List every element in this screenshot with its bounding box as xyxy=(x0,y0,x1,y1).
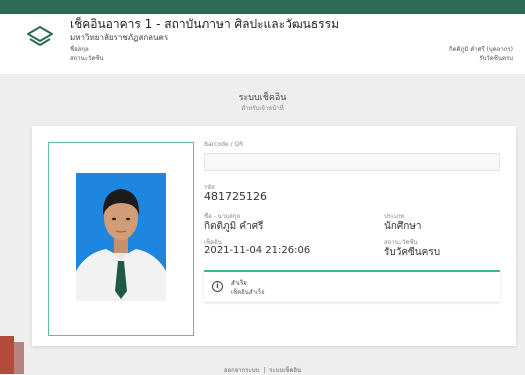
checkin-card: Barcode / QR รหัส 481725126 ชื่อ - นามสก… xyxy=(32,126,516,346)
profile-photo xyxy=(76,173,166,301)
page-title: ระบบเช็คอิน xyxy=(238,93,287,103)
page-subtitle: สำหรับเจ้าหน้าที่ xyxy=(241,105,284,112)
footer-separator: | xyxy=(263,367,266,374)
photo-frame xyxy=(48,142,194,336)
university-name: มหาวิทยาลัยราชภัฏสกลนคร xyxy=(70,33,169,42)
layers-icon xyxy=(27,26,53,46)
info-icon: i xyxy=(212,281,223,292)
checkin-system-link[interactable]: ระบบเช็คอิน xyxy=(269,367,301,374)
vaccine-field-caption: สถานะวัคซีน xyxy=(70,55,104,62)
type-value: นักศึกษา xyxy=(384,221,422,232)
top-accent-bar xyxy=(0,0,525,14)
vaccine-value: รับวัคซีนครบ xyxy=(384,247,441,258)
barcode-label: Barcode / QR xyxy=(204,141,244,148)
user-vaccine-status: รับวัคซีนครบ xyxy=(479,55,513,62)
code-value: 481725126 xyxy=(204,190,267,203)
checkin-value: 2021-11-04 21:26:06 xyxy=(204,245,311,256)
name-value: กิตติภูมิ คำศรี xyxy=(204,221,264,232)
barcode-input[interactable] xyxy=(204,153,500,171)
status-message: เช็คอินสำเร็จ xyxy=(231,289,265,296)
logout-link[interactable]: ออกจากระบบ xyxy=(224,367,259,374)
status-alert: i สำเร็จ เช็คอินสำเร็จ xyxy=(204,270,500,302)
